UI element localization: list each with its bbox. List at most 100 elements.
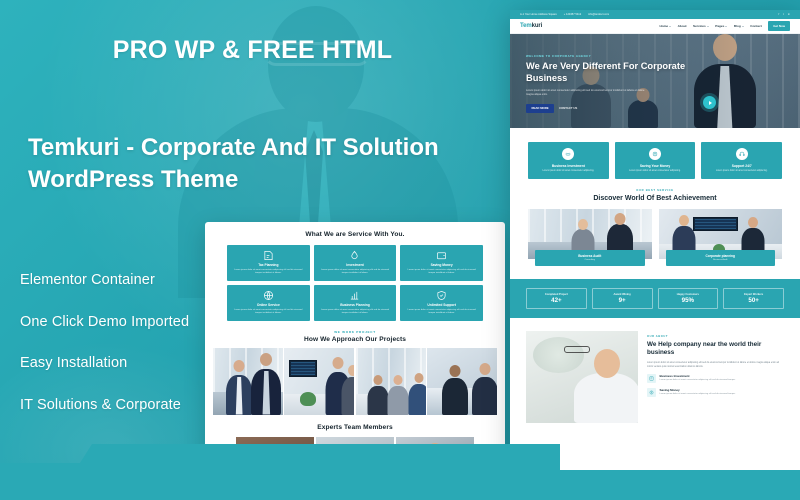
counter-label: Expert Workers xyxy=(744,292,764,296)
promo-title: Temkuri - Corporate And IT Solution Word… xyxy=(28,134,439,194)
counter-value: 42+ xyxy=(551,297,562,305)
achievement-card[interactable]: Corporate planning Business Audit xyxy=(658,208,782,266)
feature-box[interactable]: Business Investment Lorem ipsum dolor si… xyxy=(528,142,609,180)
topbar-address: A-1 Your Home Address Square xyxy=(520,13,557,16)
counter-strip: Completed Project 42+ Award Wining 9+ Ha… xyxy=(510,278,800,319)
achievement-card-subtitle: Business Audit xyxy=(713,259,728,262)
achievement-card-title: Corporate planning xyxy=(705,254,735,259)
feature-box-title: Saving Your Money xyxy=(639,163,671,168)
hero-primary-button[interactable]: READ MORE xyxy=(526,103,555,114)
about-title: We Help company near the world their bus… xyxy=(647,340,762,357)
site-hero: WELCOME TO CORPORATE AGENCY We Are Very … xyxy=(510,34,800,128)
service-title: Saving Money xyxy=(430,263,453,268)
nav-item-about[interactable]: About xyxy=(678,24,687,28)
headset-icon xyxy=(735,148,748,160)
achievement-title: Discover World Of Best Achievement xyxy=(593,194,717,202)
nav-cta-button[interactable]: Get Now xyxy=(768,21,790,31)
shield-check-icon xyxy=(436,290,447,301)
feature-box-desc: Lorem ipsum dolor sit amet consectetur a… xyxy=(629,169,681,172)
nav-item-home[interactable]: Home xyxy=(659,24,672,28)
service-desc: Lorem ipsum dolor sit amet consectetur a… xyxy=(234,308,303,315)
projects-section-title: How We Approach Our Projects xyxy=(303,335,407,343)
service-desc: Lorem ipsum dolor sit amet consectetur a… xyxy=(407,308,476,315)
facebook-icon[interactable]: f xyxy=(779,13,780,16)
feature-box-desc: Lorem ipsum dolor sit amet consectetur a… xyxy=(715,169,768,172)
service-card[interactable]: Tax Planning Lorem ipsum dolor sit amet … xyxy=(227,245,310,281)
project-photo[interactable] xyxy=(355,347,426,415)
service-card[interactable]: Saving Money Lorem ipsum dolor sit amet … xyxy=(400,245,483,281)
checklist-icon xyxy=(647,374,656,384)
achievement-section: OUR BEST SERVICE Discover World Of Best … xyxy=(510,189,800,266)
services-section-title: What We are Service With You. xyxy=(305,231,405,238)
service-title: Online Service xyxy=(256,303,280,308)
about-item-desc: Lorem ipsum dolor sit amet consectetur a… xyxy=(659,393,736,396)
team-section-title: Experts Team Members xyxy=(317,423,393,431)
service-title: Tax Planning xyxy=(258,263,279,268)
hero-eyebrow: WELCOME TO CORPORATE AGENCY xyxy=(526,54,592,58)
counter-label: Happy Customers xyxy=(676,292,699,296)
feature-box-title: Business Investment xyxy=(551,163,585,168)
service-desc: Lorem ipsum dolor sit amet consectetur a… xyxy=(234,268,303,275)
counter-item: Completed Project 42+ xyxy=(526,287,587,310)
projects-eyebrow: WE WORK PROJECT xyxy=(334,330,376,334)
service-title: Business Planning xyxy=(340,303,370,308)
project-photo[interactable] xyxy=(427,347,497,415)
hero-paragraph: Lorem ipsum dolor sit amet consectetur a… xyxy=(526,88,645,97)
service-card[interactable]: Business Planning Lorem ipsum dolor sit … xyxy=(313,285,397,321)
instagram-icon[interactable]: in xyxy=(788,13,790,16)
service-title: Investment xyxy=(346,263,364,268)
counter-value: 95% xyxy=(681,297,695,305)
feature-box[interactable]: Support 24/7 Lorem ipsum dolor sit amet … xyxy=(701,142,783,180)
service-title: Unlimited Support xyxy=(427,303,456,308)
counter-value: 9+ xyxy=(618,297,626,305)
hero-title: We Are Very Different For Corporate Busi… xyxy=(526,61,686,83)
achievement-card-subtitle: Consulting xyxy=(584,259,595,262)
about-item-desc: Lorem ipsum dolor sit amet consectetur a… xyxy=(659,379,736,382)
feature-boxes: Business Investment Lorem ipsum dolor si… xyxy=(510,128,800,189)
feature-box[interactable]: Saving Your Money Lorem ipsum dolor sit … xyxy=(614,142,696,180)
globe-icon xyxy=(263,290,274,301)
service-card[interactable]: Investment Lorem ipsum dolor sit amet co… xyxy=(313,245,397,281)
counter-item: Happy Customers 95% xyxy=(657,287,719,310)
service-card[interactable]: Online Service Lorem ipsum dolor sit ame… xyxy=(227,285,310,321)
hero-secondary-button[interactable]: CONTACT US xyxy=(559,104,577,114)
topbar-phone[interactable]: + 123457 5412 xyxy=(564,13,581,16)
achievement-card[interactable]: Business Audit Consulting xyxy=(528,208,652,266)
projects-gallery xyxy=(205,347,505,415)
service-card[interactable]: Unlimited Support Lorem ipsum dolor sit … xyxy=(400,285,483,321)
site-logo[interactable]: Temkuri xyxy=(520,23,542,29)
counter-item: Award Wining 9+ xyxy=(591,287,653,310)
feature-box-title: Support 24/7 xyxy=(731,163,752,168)
document-edit-icon xyxy=(263,250,274,261)
money-icon xyxy=(647,388,656,398)
nav-item-services[interactable]: Services xyxy=(693,24,709,28)
counter-label: Award Wining xyxy=(613,292,631,296)
about-item-title: Saving Money xyxy=(659,388,680,393)
nav-item-pages[interactable]: Pages xyxy=(715,24,728,28)
service-desc: Lorem ipsum dolor sit amet consectetur a… xyxy=(320,268,390,275)
achievement-card-title: Business Audit xyxy=(578,254,602,259)
achievement-eyebrow: OUR BEST SERVICE xyxy=(636,189,674,193)
about-eyebrow: OUR ABOUT xyxy=(647,335,669,339)
site-nav-menu: Home About Services Pages Blog Contact G… xyxy=(659,21,790,31)
about-section: OUR ABOUT We Help company near the world… xyxy=(510,318,800,424)
about-list-item: Business Investment Lorem ipsum dolor si… xyxy=(647,374,784,384)
counter-value: 50+ xyxy=(748,297,759,305)
chart-growth-icon xyxy=(349,290,360,301)
site-topbar: A-1 Your Home Address Square + 123457 54… xyxy=(510,10,800,19)
counter-item: Expert Workers 50+ xyxy=(723,287,784,310)
counter-label: Completed Project xyxy=(544,292,568,296)
play-icon[interactable] xyxy=(703,96,716,109)
project-photo[interactable] xyxy=(284,347,355,415)
service-desc: Lorem ipsum dolor sit amet consectetur a… xyxy=(320,308,390,315)
service-desc: Lorem ipsum dolor sit amet consectetur a… xyxy=(407,268,476,275)
site-navbar: Temkuri Home About Services Pages Blog C… xyxy=(510,19,800,34)
about-item-title: Business Investment xyxy=(659,374,690,379)
twitter-icon[interactable]: t xyxy=(783,13,784,16)
site-preview-screenshot: A-1 Your Home Address Square + 123457 54… xyxy=(510,10,800,500)
money-icon xyxy=(649,148,661,160)
topbar-email[interactable]: info@temkuri.com xyxy=(588,13,609,16)
nav-item-blog[interactable]: Blog xyxy=(734,24,744,28)
project-photo[interactable] xyxy=(213,347,283,415)
nav-item-contact[interactable]: Contact xyxy=(750,24,762,28)
